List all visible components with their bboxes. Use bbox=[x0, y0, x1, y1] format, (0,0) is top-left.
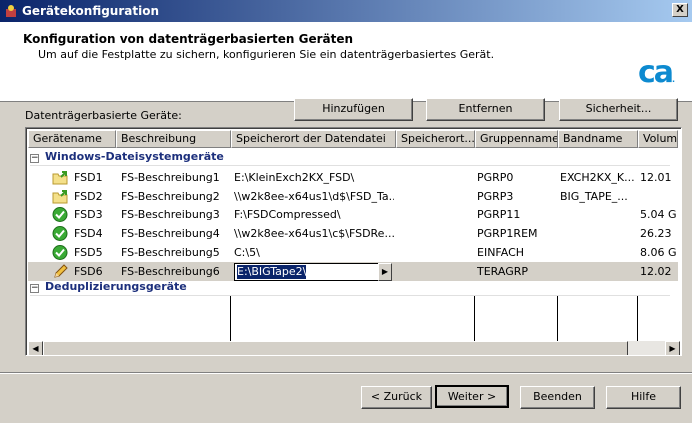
help-button[interactable]: Hilfe bbox=[606, 386, 681, 409]
table-row[interactable]: FSD3 FS-Beschreibung3 F:\FSDCompressed\ PGR… bbox=[28, 205, 678, 224]
collapse-icon[interactable]: − bbox=[30, 284, 39, 293]
security-button[interactable]: Sicherheit... bbox=[559, 98, 678, 121]
cell-volume: 26.23 bbox=[640, 227, 672, 241]
group-label: Deduplizierungsgeräte bbox=[45, 280, 187, 293]
col-volume[interactable]: Volume bbox=[638, 130, 678, 148]
cell-desc: FS-Beschreibung4 bbox=[121, 227, 220, 241]
cell-group: PGRP11 bbox=[477, 208, 521, 222]
table-row[interactable]: FSD4 FS-Beschreibung4 \\w2k8ee-x64us1\c$\F… bbox=[28, 224, 678, 243]
column-divider bbox=[557, 296, 558, 346]
column-header-row: Gerätename Beschreibung Speicherort der … bbox=[28, 130, 681, 148]
scroll-left-button[interactable]: ◀ bbox=[28, 341, 43, 355]
back-button[interactable]: < Zurück bbox=[361, 386, 432, 409]
window-title: Gerätekonfiguration bbox=[22, 4, 160, 18]
column-divider bbox=[474, 296, 475, 346]
cell-path: \\w2k8ee-x64us1\c$\FSDRe... bbox=[234, 227, 394, 241]
page-title: Konfiguration von datenträgerbasierten G… bbox=[23, 32, 354, 46]
cell-volume: 5.04 G bbox=[640, 208, 677, 222]
selected-text: E:\BIGTape2\ bbox=[237, 264, 307, 279]
table-row[interactable]: FSD2 FS-Beschreibung2 \\w2k8ee-x64us1\d$\F… bbox=[28, 187, 678, 206]
check-icon bbox=[52, 244, 68, 260]
collapse-icon[interactable]: − bbox=[30, 154, 39, 163]
table-row[interactable]: FSD1 FS-Beschreibung1 E:\KleinExch2KX_FSD\… bbox=[28, 168, 678, 187]
cell-desc: FS-Beschreibung5 bbox=[121, 245, 220, 259]
col-data-file-location[interactable]: Speicherort der Datendatei bbox=[231, 130, 396, 148]
cell-volume: 12.01 bbox=[640, 171, 672, 184]
device-list[interactable]: Gerätename Beschreibung Speicherort der … bbox=[25, 127, 682, 356]
finish-button[interactable]: Beenden bbox=[520, 386, 595, 409]
cell-desc: FS-Beschreibung1 bbox=[121, 171, 220, 184]
check-icon bbox=[52, 226, 68, 242]
table-row[interactable]: FSD5 FS-Beschreibung5 C:\5\ EINFACH 8.06 G bbox=[28, 243, 678, 262]
cell-path: E:\KleinExch2KX_FSD\ bbox=[234, 171, 355, 184]
divider bbox=[0, 372, 692, 374]
cell-name: FSD1 bbox=[74, 171, 103, 184]
column-divider bbox=[637, 296, 638, 346]
cell-desc: FS-Beschreibung3 bbox=[121, 208, 220, 222]
scroll-thumb[interactable] bbox=[43, 341, 628, 355]
cell-name: FSD5 bbox=[74, 245, 103, 259]
cell-group: PGRP0 bbox=[477, 171, 514, 184]
cell-group: PGRP1REM bbox=[477, 227, 538, 241]
app-icon bbox=[6, 5, 16, 17]
scroll-right-button[interactable]: ▶ bbox=[665, 341, 680, 355]
cell-path: F:\FSDCompressed\ bbox=[234, 208, 341, 222]
pencil-icon bbox=[52, 263, 68, 279]
cell-group: PGRP3 bbox=[477, 189, 514, 203]
folder-arrow-icon bbox=[52, 170, 68, 185]
col-location2[interactable]: Speicherort... bbox=[396, 130, 475, 148]
cell-path: C:\5\ bbox=[234, 245, 260, 259]
ca-logo: ca. bbox=[638, 55, 675, 90]
check-icon bbox=[52, 207, 68, 223]
col-tape-name[interactable]: Bandname bbox=[558, 130, 638, 148]
cell-path: \\w2k8ee-x64us1\d$\FSD_Ta... bbox=[234, 189, 394, 203]
col-group-name[interactable]: Gruppenname bbox=[475, 130, 558, 148]
wizard-header: Konfiguration von datenträgerbasierten G… bbox=[0, 22, 692, 102]
next-button[interactable]: Weiter > bbox=[435, 385, 509, 408]
close-button[interactable]: X bbox=[672, 3, 688, 17]
group-label: Windows-Dateisystemgeräte bbox=[45, 150, 224, 163]
group-dedup[interactable]: − Deduplizierungsgeräte bbox=[30, 278, 670, 296]
remove-button[interactable]: Entfernen bbox=[426, 98, 545, 121]
cell-desc: FS-Beschreibung2 bbox=[121, 189, 220, 203]
cell-group: EINFACH bbox=[477, 245, 525, 259]
col-device-name[interactable]: Gerätename bbox=[28, 130, 116, 148]
cell-name: FSD3 bbox=[74, 208, 103, 222]
cell-name: FSD4 bbox=[74, 227, 103, 241]
col-description[interactable]: Beschreibung bbox=[116, 130, 231, 148]
column-divider bbox=[230, 296, 231, 346]
cell-tape: BIG_TAPE_... bbox=[560, 189, 628, 203]
horizontal-scrollbar[interactable]: ◀ ▶ bbox=[28, 341, 680, 355]
title-bar: Gerätekonfiguration bbox=[0, 0, 692, 22]
page-subtitle: Um auf die Festplatte zu sichern, konfig… bbox=[38, 48, 495, 61]
cell-volume: 8.06 G bbox=[640, 245, 677, 259]
cell-tape: EXCH2KX_K... bbox=[560, 171, 635, 184]
list-label: Datenträgerbasierte Geräte: bbox=[25, 109, 182, 122]
add-button[interactable]: Hinzufügen bbox=[294, 98, 413, 121]
group-windows-fs[interactable]: − Windows-Dateisystemgeräte bbox=[30, 148, 670, 166]
cell-name: FSD2 bbox=[74, 189, 103, 203]
folder-arrow-icon bbox=[52, 189, 68, 204]
